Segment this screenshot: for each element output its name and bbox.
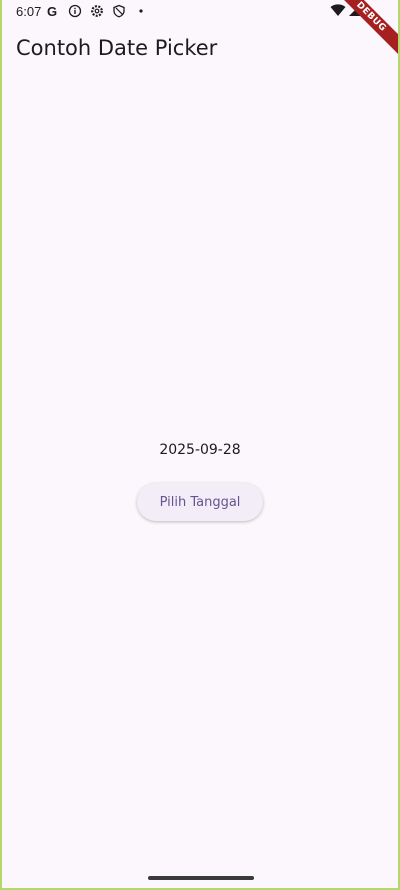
status-time: 6:07 [16, 4, 42, 19]
settings-icon [90, 4, 104, 18]
gesture-nav-handle[interactable] [148, 876, 254, 880]
info-icon [68, 4, 82, 18]
dot-icon [134, 4, 148, 18]
google-icon: G [47, 4, 58, 19]
shield-icon [112, 4, 126, 18]
app-screen: 6:07 G DEBUG Contoh Date Picker 2025-09-… [2, 0, 398, 888]
status-bar: 6:07 G [2, 0, 398, 24]
selected-date-text: 2025-09-28 [159, 442, 241, 458]
page-title: Contoh Date Picker [16, 36, 218, 60]
wifi-icon [330, 3, 346, 22]
pick-date-button[interactable]: Pilih Tanggal [137, 483, 263, 521]
